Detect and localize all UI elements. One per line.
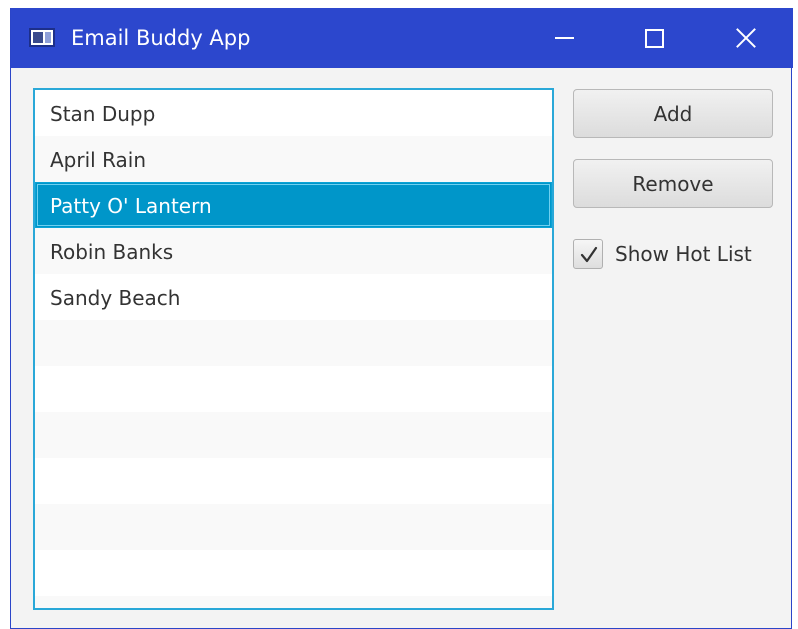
minimize-icon [554, 37, 574, 39]
remove-button[interactable]: Remove [573, 159, 773, 208]
contacts-list[interactable]: Stan Dupp April Rain Patty O' Lantern Robin… [33, 88, 554, 610]
maximize-button[interactable] [611, 8, 697, 68]
list-item-empty[interactable] [35, 458, 552, 504]
list-item-empty[interactable] [35, 412, 552, 458]
add-button[interactable]: Add [573, 89, 773, 138]
checkmark-icon [580, 246, 598, 263]
list-item[interactable]: Robin Banks [35, 228, 552, 274]
list-item[interactable]: April Rain [35, 136, 552, 182]
show-hot-list-control[interactable]: Show Hot List [573, 238, 752, 270]
show-hot-list-checkbox[interactable] [573, 239, 603, 269]
list-item-empty[interactable] [35, 366, 552, 412]
show-hot-list-label: Show Hot List [615, 242, 752, 266]
minimize-button[interactable] [521, 8, 607, 68]
maximize-icon [644, 28, 664, 48]
title-bar[interactable]: Email Buddy App [11, 8, 793, 68]
list-item[interactable]: Patty O' Lantern [35, 182, 552, 228]
list-item-empty[interactable] [35, 320, 552, 366]
list-item[interactable]: Stan Dupp [35, 90, 552, 136]
close-icon [735, 27, 757, 49]
list-item[interactable]: Sandy Beach [35, 274, 552, 320]
app-window-icon [29, 28, 55, 47]
list-item-empty[interactable] [35, 550, 552, 596]
app-window: Email Buddy App Stan Dupp April Rain Patty… [10, 8, 793, 629]
window-title: Email Buddy App [71, 26, 251, 50]
list-item-empty[interactable] [35, 504, 552, 550]
close-button[interactable] [703, 8, 789, 68]
list-item-empty[interactable] [35, 596, 552, 608]
